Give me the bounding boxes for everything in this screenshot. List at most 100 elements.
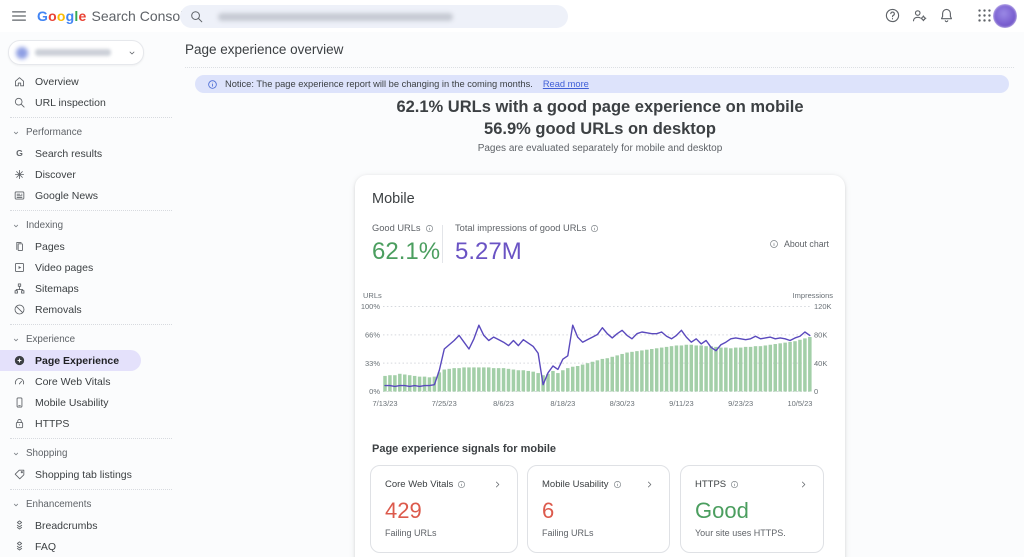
section-label: Indexing [26,220,63,231]
property-favicon [16,47,28,59]
sidebar-item-breadcrumbs[interactable]: Breadcrumbs [0,515,182,536]
sidebar-section-performance[interactable]: Performance [0,122,182,143]
help-icon[interactable] [457,480,466,489]
notice-banner: Notice: The page experience report will … [195,75,1009,93]
signal-sublabel: Failing URLs [542,528,655,538]
sidebar-item-https[interactable]: HTTPS [0,413,182,434]
search-icon [189,9,204,24]
sidebar-section-experience[interactable]: Experience [0,329,182,350]
sidebar-item-label: Core Web Vitals [35,376,110,388]
sidebar-item-search-results[interactable]: G Search results [0,143,182,164]
sidebar-item-page-experience[interactable]: Page Experience [0,350,141,371]
manage-users-icon[interactable] [911,7,928,24]
section-label: Enhancements [26,499,91,510]
sidebar-item-url-inspection[interactable]: URL inspection [0,92,182,113]
sidebar-nav: OverviewURL inspection PerformanceG Search… [0,71,182,557]
layers-icon [13,540,26,553]
signal-sublabel: Failing URLs [385,528,503,538]
chevron-right-icon [492,479,503,490]
page-title: Page experience overview [185,42,343,57]
sidebar-item-video-pages[interactable]: Video pages [0,257,182,278]
g-icon: G [13,147,26,160]
sidebar-item-label: Sitemaps [35,283,79,295]
signal-value: 6 [542,498,655,524]
summary-line-desktop: 56.9% good URLs on desktop [185,120,1015,139]
help-icon[interactable] [425,224,434,233]
sidebar-item-pages[interactable]: Pages [0,236,182,257]
apps-grid-icon[interactable] [976,7,993,24]
info-icon [769,239,779,249]
chev-down-icon [11,128,21,138]
video-icon [13,261,26,274]
google-logo: Google [37,8,86,24]
search-icon [13,96,26,109]
svg-text:7/13/23: 7/13/23 [372,399,397,408]
sidebar-item-label: Mobile Usability [35,397,109,409]
sidebar-item-label: Search results [35,148,102,160]
signal-title: HTTPS [695,479,726,490]
help-icon[interactable] [613,480,622,489]
help-icon[interactable] [590,224,599,233]
sidebar-section-indexing[interactable]: Indexing [0,215,182,236]
about-chart-label: About chart [784,239,829,249]
sidebar-item-label: FAQ [35,541,56,553]
signal-card-core-web-vitals[interactable]: Core Web Vitals429Failing URLs [370,465,518,553]
menu-icon [10,7,28,25]
search-value-redacted [218,13,453,21]
search-input[interactable] [180,5,568,28]
sidebar-item-google-news[interactable]: Google News [0,185,182,206]
chevron-right-icon [798,479,809,490]
about-chart-button[interactable]: About chart [769,239,829,249]
info-icon [207,79,218,90]
sidebar-item-faq[interactable]: FAQ [0,536,182,557]
logo[interactable]: Google Search Console [37,0,191,32]
svg-text:0: 0 [814,387,818,396]
help-icon[interactable] [730,480,739,489]
chev-down-icon [126,47,138,59]
sidebar-item-label: Pages [35,241,65,253]
discover-icon [13,168,26,181]
metric-good-urls: Good URLs62.1% [372,223,440,266]
svg-text:0%: 0% [369,387,380,396]
sidebar-item-removals[interactable]: Removals [0,299,182,320]
svg-text:8/18/23: 8/18/23 [550,399,575,408]
signal-card-https[interactable]: HTTPSGoodYour site uses HTTPS. [680,465,824,553]
metric-value: 62.1% [372,238,440,266]
layers-icon [13,519,26,532]
signal-card-mobile-usability[interactable]: Mobile Usability6Failing URLs [527,465,670,553]
section-label: Performance [26,127,82,138]
sidebar-divider [10,438,172,439]
sidebar-item-shopping-tab-listings[interactable]: Shopping tab listings [0,464,182,485]
mobile-card: Mobile Good URLs62.1%Total impressions o… [355,175,845,557]
page-experience-chart[interactable]: URLsImpressions100%120K66%80K33%40K0%07/… [359,287,839,415]
signal-title: Core Web Vitals [385,479,453,490]
sidebar-section-enhancements[interactable]: Enhancements [0,494,182,515]
notifications-icon[interactable] [938,7,955,24]
metric-label: Total impressions of good URLs [455,223,599,233]
sidebar-item-label: Discover [35,169,76,181]
sidebar-item-mobile-usability[interactable]: Mobile Usability [0,392,182,413]
svg-text:8/6/23: 8/6/23 [493,399,514,408]
cwv-icon [13,375,26,388]
notice-read-more-link[interactable]: Read more [543,79,589,89]
info-icon [207,79,218,90]
lock-icon [13,417,26,430]
avatar[interactable] [993,4,1017,28]
menu-icon[interactable] [10,7,28,25]
bell-icon [938,7,955,24]
sidebar-item-sitemaps[interactable]: Sitemaps [0,278,182,299]
sidebar-divider [10,210,172,211]
svg-text:9/11/23: 9/11/23 [669,399,693,408]
sidebar-item-label: Video pages [35,262,93,274]
sidebar-item-core-web-vitals[interactable]: Core Web Vitals [0,371,182,392]
metric-total-impressions-of-good-urls: Total impressions of good URLs5.27M [455,223,599,266]
sidebar-item-discover[interactable]: Discover [0,164,182,185]
section-label: Shopping [26,448,67,459]
sidebar-item-overview[interactable]: Overview [0,71,182,92]
sidebar-section-shopping[interactable]: Shopping [0,443,182,464]
tag-icon [13,468,26,481]
help-icon[interactable] [884,7,901,24]
svg-text:9/23/23: 9/23/23 [728,399,753,408]
signal-sublabel: Your site uses HTTPS. [695,528,809,538]
property-selector[interactable] [8,40,144,65]
